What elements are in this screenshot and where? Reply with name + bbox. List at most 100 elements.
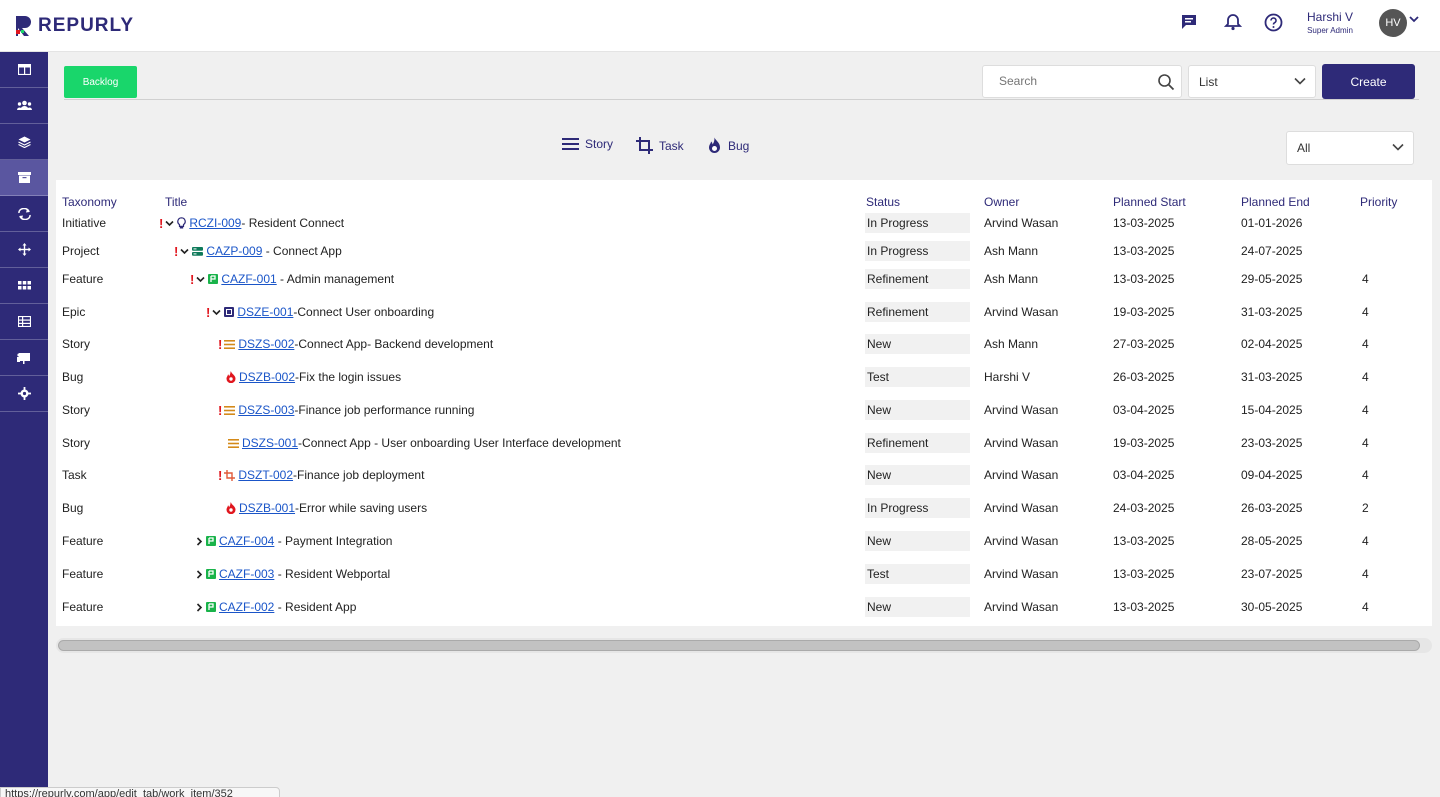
chevron-down-icon[interactable]	[180, 248, 189, 255]
table-row[interactable]: Bug DSZB-002 -Fix the login issues Test Har…	[56, 362, 1432, 392]
column-header-status[interactable]: Status	[866, 195, 900, 209]
table-row[interactable]: Epic! DSZE-001 -Connect User onboarding Re…	[56, 297, 1432, 327]
status-cell[interactable]: Test	[865, 362, 970, 392]
backlog-tab[interactable]: Backlog	[64, 66, 137, 98]
work-item-link[interactable]: CAZF-002	[219, 600, 274, 614]
work-item-link[interactable]: DSZE-001	[237, 305, 293, 319]
create-button[interactable]: Create	[1322, 64, 1415, 99]
table-row[interactable]: Feature CAZF-004 - Payment Integration New…	[56, 526, 1432, 556]
user-info[interactable]: Harshi V Super Admin	[1300, 10, 1360, 35]
chevron-down-icon[interactable]	[165, 220, 174, 227]
work-item-name: -Finance job deployment	[293, 468, 425, 482]
work-item-link[interactable]: DSZS-001	[242, 436, 298, 450]
sidebar-item-move[interactable]	[0, 232, 48, 268]
work-item-link[interactable]: DSZB-001	[239, 501, 295, 515]
sidebar-item-table[interactable]	[0, 304, 48, 340]
column-header-planned-start[interactable]: Planned Start	[1113, 195, 1186, 209]
sidebar-item-users[interactable]	[0, 88, 48, 124]
status-cell[interactable]: Refinement	[865, 428, 970, 458]
sidebar-item-presentation[interactable]	[0, 340, 48, 376]
search-icon[interactable]	[1157, 73, 1175, 91]
filter-bug[interactable]: Bug	[707, 137, 749, 154]
chevron-down-icon[interactable]	[1409, 15, 1419, 23]
brand-logo[interactable]: REPURLY	[14, 14, 134, 38]
view-select[interactable]: List	[1188, 65, 1316, 98]
story-icon	[224, 339, 236, 349]
table-row[interactable]: Story! DSZS-003 -Finance job performance …	[56, 395, 1432, 425]
type-filter-select[interactable]: All	[1286, 131, 1414, 165]
table-row[interactable]: Feature! CAZF-001 - Admin management Refin…	[56, 264, 1432, 294]
status-badge: Test	[865, 367, 970, 387]
status-cell[interactable]: Test	[865, 559, 970, 589]
gear-icon	[17, 387, 31, 400]
status-cell[interactable]: New	[865, 460, 970, 490]
table-row[interactable]: Project! CAZP-009 - Connect App In Progres…	[56, 236, 1432, 266]
column-header-owner[interactable]: Owner	[984, 195, 1019, 209]
status-cell[interactable]: Refinement	[865, 264, 970, 294]
sidebar-item-dashboard[interactable]	[0, 52, 48, 88]
table-row[interactable]: Bug DSZB-001 -Error while saving users In …	[56, 493, 1432, 523]
work-item-link[interactable]: CAZF-003	[219, 567, 274, 581]
status-cell[interactable]: In Progress	[865, 208, 970, 238]
work-item-link[interactable]: DSZT-002	[238, 468, 293, 482]
sidebar-item-settings[interactable]	[0, 376, 48, 412]
work-item-link[interactable]: CAZP-009	[206, 244, 262, 258]
status-cell[interactable]: New	[865, 592, 970, 622]
sidebar-item-backlog[interactable]	[0, 160, 48, 196]
toolbar-divider	[64, 99, 1419, 100]
taxonomy-cell: Bug	[62, 370, 84, 384]
sidebar-item-layers[interactable]	[0, 124, 48, 160]
column-header-priority[interactable]: Priority	[1360, 195, 1397, 209]
column-header-taxonomy[interactable]: Taxonomy	[62, 195, 117, 209]
chat-icon[interactable]	[1179, 12, 1199, 32]
chevron-down-icon[interactable]	[196, 276, 205, 283]
work-item-link[interactable]: RCZI-009	[189, 216, 241, 230]
table-row[interactable]: Story DSZS-001 -Connect App - User onboar…	[56, 428, 1432, 458]
taxonomy-cell: Feature	[62, 567, 104, 581]
bell-icon[interactable]	[1223, 12, 1243, 32]
work-item-link[interactable]: DSZS-003	[238, 403, 294, 417]
work-item-link[interactable]: DSZB-002	[239, 370, 295, 384]
work-item-link[interactable]: CAZF-004	[219, 534, 274, 548]
chevron-right-icon[interactable]	[196, 569, 203, 579]
story-icon	[228, 438, 239, 448]
avatar[interactable]: HV	[1379, 9, 1407, 37]
chevron-down-icon[interactable]	[212, 309, 221, 316]
priority-cell: 4	[1362, 337, 1369, 351]
scrollbar-thumb[interactable]	[58, 640, 1420, 651]
search-input[interactable]	[999, 74, 1149, 88]
planned-start-cell: 13-03-2025	[1113, 534, 1175, 548]
chevron-right-icon[interactable]	[196, 602, 203, 612]
sidebar-item-sync[interactable]	[0, 196, 48, 232]
story-icon	[224, 405, 236, 415]
sidebar-item-apps[interactable]	[0, 268, 48, 304]
status-cell[interactable]: New	[865, 395, 970, 425]
work-item-name: -Connect App- Backend development	[294, 337, 494, 351]
filter-story-label: Story	[585, 137, 614, 151]
column-header-title[interactable]: Title	[165, 195, 187, 209]
column-header-planned-end[interactable]: Planned End	[1241, 195, 1310, 209]
search-box[interactable]	[982, 65, 1182, 98]
table-row[interactable]: Task! DSZT-002 -Finance job deployment New…	[56, 460, 1432, 490]
table-row[interactable]: Feature CAZF-003 - Resident Webportal Test…	[56, 559, 1432, 589]
status-cell[interactable]: New	[865, 329, 970, 359]
table-row[interactable]: Initiative! RCZI-009 - Resident Connect I…	[56, 208, 1432, 238]
chevron-right-icon[interactable]	[196, 536, 203, 546]
status-cell[interactable]: In Progress	[865, 236, 970, 266]
work-item-link[interactable]: DSZS-002	[238, 337, 294, 351]
filter-task[interactable]: Task	[636, 137, 684, 154]
owner-cell: Ash Mann	[984, 272, 1039, 286]
status-badge: Refinement	[865, 269, 970, 289]
work-item-link[interactable]: CAZF-001	[221, 272, 276, 286]
table-row[interactable]: Feature CAZF-002 - Resident App New Arvind …	[56, 592, 1432, 622]
planned-end-cell: 31-03-2025	[1241, 305, 1303, 319]
status-cell[interactable]: In Progress	[865, 493, 970, 523]
horizontal-scrollbar[interactable]	[56, 638, 1432, 653]
help-icon[interactable]	[1263, 12, 1283, 32]
table-row[interactable]: Story! DSZS-002 -Connect App- Backend dev…	[56, 329, 1432, 359]
filter-story[interactable]: Story	[562, 137, 613, 151]
status-cell[interactable]: Refinement	[865, 297, 970, 327]
status-cell[interactable]: New	[865, 526, 970, 556]
priority-cell: 4	[1362, 468, 1369, 482]
owner-cell: Arvind Wasan	[984, 403, 1059, 417]
